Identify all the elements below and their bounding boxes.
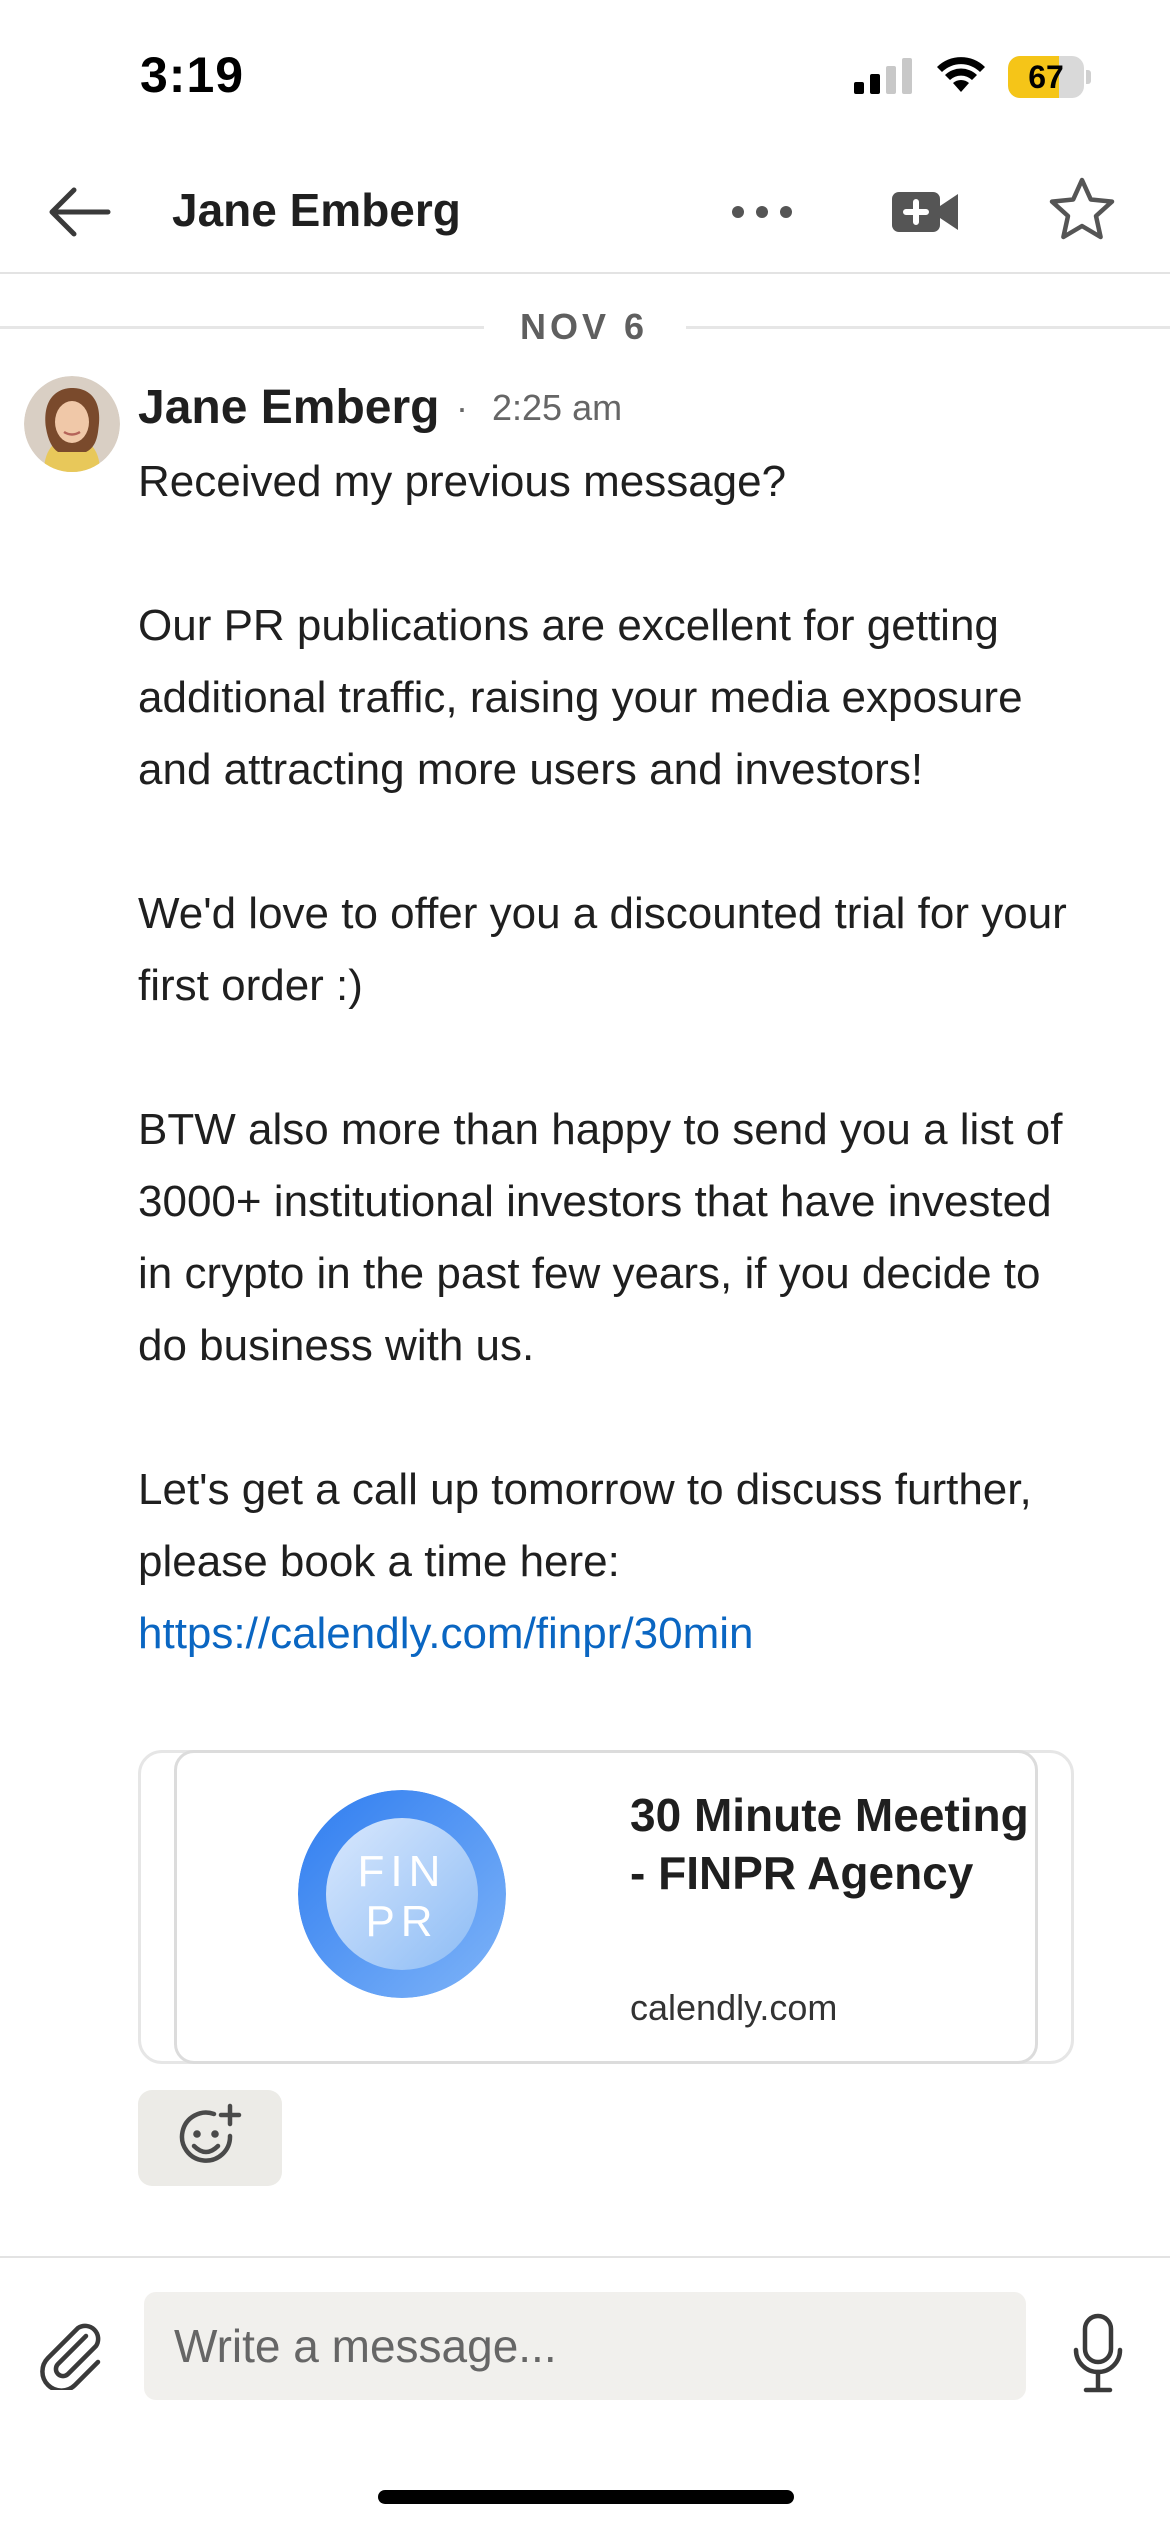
link-preview-title[interactable]: 30 Minute Meeting - FINPR Agency — [630, 1786, 1030, 1902]
arrow-left-icon[interactable] — [44, 176, 116, 248]
message-paragraph: BTW also more than happy to send you a l… — [138, 1105, 1063, 1370]
more-dots-icon[interactable] — [722, 180, 802, 244]
conversation-header: Jane Emberg — [0, 150, 1170, 274]
home-indicator[interactable] — [378, 2490, 794, 2504]
add-reaction-icon — [179, 2103, 242, 2163]
status-time: 3:19 — [140, 47, 245, 103]
paperclip-icon[interactable] — [34, 2314, 110, 2390]
battery-body: 67 — [1008, 56, 1084, 98]
conversation-title[interactable]: Jane Emberg — [172, 180, 461, 240]
add-reaction-button[interactable] — [138, 2090, 282, 2186]
divider-line-left — [0, 326, 484, 329]
logo-text-line2: PR — [365, 1897, 438, 1946]
message-paragraph: Our PR publications are excellent for ge… — [138, 601, 1023, 794]
link-preview-domain: calendly.com — [630, 1987, 838, 2028]
message-paragraph: Received my previous message? — [138, 457, 787, 506]
logo-text-line1: FIN — [358, 1847, 447, 1896]
microphone-icon[interactable] — [1070, 2312, 1126, 2394]
message-composer — [0, 2256, 1170, 2406]
battery-cap — [1086, 70, 1091, 84]
paragraph-spacer — [138, 518, 1098, 590]
separator-dot: · — [456, 387, 468, 428]
message-text: Let's get a call up tomorrow to discuss … — [138, 1465, 1032, 1586]
paragraph-spacer — [138, 1382, 1098, 1454]
message-timestamp: 2:25 am — [492, 387, 623, 428]
battery-percent-label: 67 — [1028, 59, 1064, 95]
message-body: Received my previous message? Our PR pub… — [138, 446, 1098, 1670]
video-call-icon[interactable] — [888, 180, 962, 244]
message-paragraph: We'd love to offer you a discounted tria… — [138, 889, 1067, 1010]
paragraph-spacer — [138, 1022, 1098, 1094]
finpr-logo-icon: FIN PR — [298, 1790, 506, 1998]
paragraph-spacer — [138, 806, 1098, 878]
avatar[interactable] — [24, 376, 120, 472]
sender-name[interactable]: Jane Emberg — [138, 378, 439, 438]
battery-indicator: 67 — [1008, 56, 1091, 98]
cellular-signal-icon — [854, 58, 912, 94]
wifi-icon — [937, 57, 985, 92]
star-outline-icon[interactable] — [1046, 174, 1118, 246]
date-label: NOV 6 — [519, 306, 649, 347]
divider-line-right — [686, 326, 1170, 329]
message-input[interactable] — [144, 2292, 1026, 2400]
message-paragraph: Let's get a call up tomorrow to discuss … — [138, 1454, 1098, 1670]
calendly-link[interactable]: https://calendly.com/finpr/30min — [138, 1609, 753, 1658]
status-bar: 3:19 67 — [0, 0, 1170, 150]
date-divider: NOV 6 — [0, 302, 1170, 352]
